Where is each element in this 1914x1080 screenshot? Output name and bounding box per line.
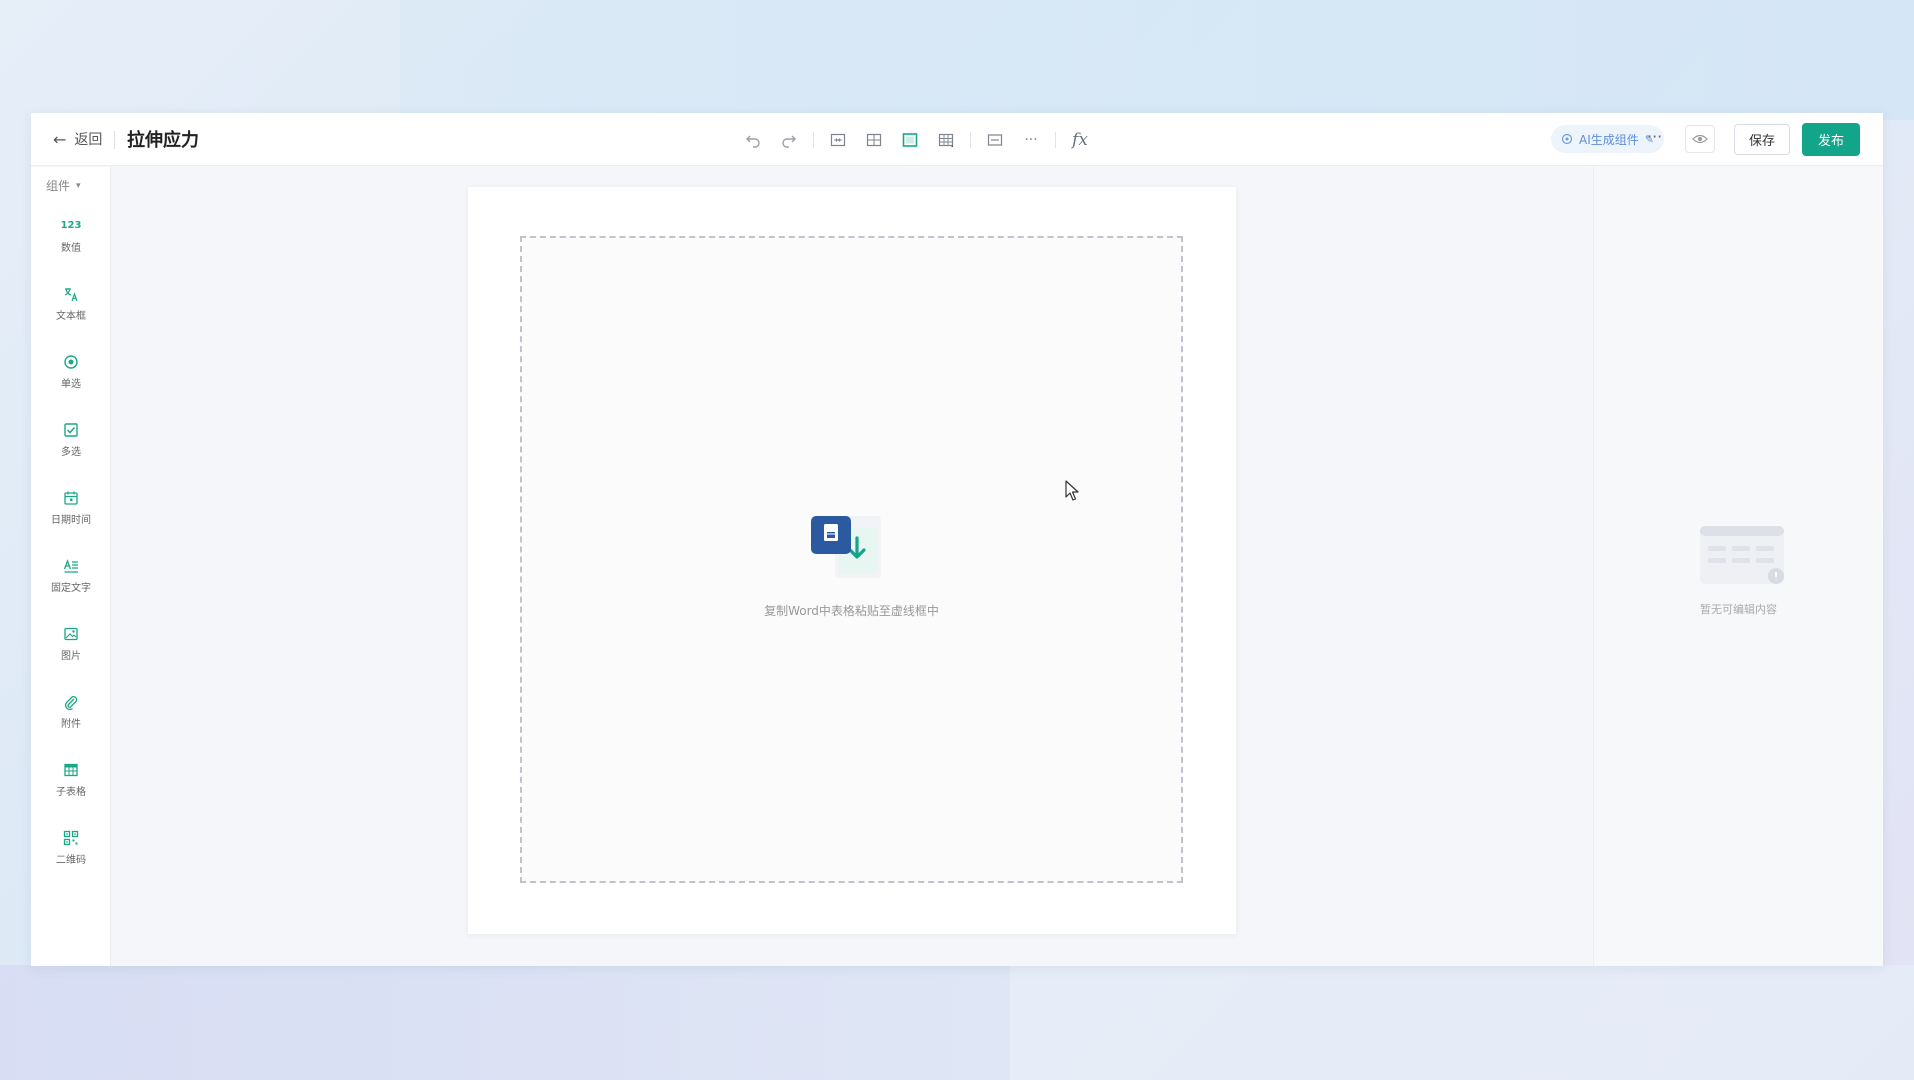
field-button[interactable] [983,128,1007,152]
mouse-cursor-icon [1065,480,1079,501]
toolbar-divider [1055,132,1056,148]
subtable-icon [62,761,80,779]
editor-window: ← 返回 拉伸应力 ··· fx AI生成组件 ✎ ··· 保存 发布 组件 ▾… [31,113,1883,966]
palette-item-checkbox[interactable]: 多选 [31,411,111,467]
component-palette: 组件 ▾ 123 数值 文本框 单选 多选 日期时间 固定文字 图片 附件 子表… [31,167,111,966]
palette-item-label: 单选 [61,378,81,390]
divider [114,131,115,149]
merge-cells-icon [830,133,846,147]
more-button[interactable]: ··· [1647,127,1662,146]
checkbox-icon [62,421,80,439]
calendar-icon [62,489,80,507]
page-title: 拉伸应力 [127,130,199,151]
palette-item-label: 固定文字 [51,582,91,594]
dropzone-hint: 复制Word中表格粘贴至虚线框中 [764,604,939,618]
palette-dropdown[interactable]: 组件 ▾ [46,177,81,194]
palette-item-textbox[interactable]: 文本框 [31,275,111,331]
empty-state-illustration [1700,526,1784,584]
palette-item-image[interactable]: 图片 [31,615,111,671]
top-toolbar: ← 返回 拉伸应力 ··· fx AI生成组件 ✎ ··· 保存 发布 [31,113,1883,166]
formula-button[interactable]: fx [1068,128,1092,152]
palette-item-qrcode[interactable]: 二维码 [31,819,111,875]
number-icon: 123 [60,220,82,231]
image-icon [62,625,80,643]
background-panel [400,0,1914,120]
split-cells-button[interactable] [862,128,886,152]
word-paste-icon [811,516,881,578]
palette-item-label: 数值 [61,242,81,254]
palette-item-label: 图片 [61,650,81,662]
radio-icon [62,353,80,371]
palette-item-datetime[interactable]: 日期时间 [31,479,111,535]
ai-generate-label: AI生成组件 [1579,132,1639,147]
palette-item-label: 附件 [61,718,81,730]
table-icon [938,133,954,147]
toolbar-divider [813,132,814,148]
palette-item-label: 多选 [61,446,81,458]
background-panel [0,965,1010,1080]
properties-panel: 暂无可编辑内容 [1593,167,1883,966]
paste-dropzone[interactable]: 复制Word中表格粘贴至虚线框中 [520,236,1183,883]
publish-button[interactable]: 发布 [1802,123,1860,156]
palette-item-label: 子表格 [56,786,86,798]
arrow-left-icon: ← [53,129,67,149]
palette-item-label: 文本框 [56,310,86,322]
redo-icon [782,135,796,148]
palette-item-label: 二维码 [56,854,86,866]
back-label: 返回 [74,132,103,148]
ellipsis-icon: ··· [1024,132,1038,148]
palette-item-label: 日期时间 [51,514,91,526]
more-tools-button[interactable]: ··· [1019,128,1043,152]
palette-item-subtable[interactable]: 子表格 [31,751,111,807]
design-canvas: 复制Word中表格粘贴至虚线框中 [468,187,1236,934]
format-toolbar: ··· fx [741,125,1092,155]
preview-button[interactable] [1685,125,1715,153]
save-button[interactable]: 保存 [1734,124,1790,155]
palette-item-attachment[interactable]: 附件 [31,683,111,739]
empty-state-text: 暂无可编辑内容 [1700,603,1777,616]
fixed-text-icon [62,557,80,575]
undo-icon [746,135,760,148]
eye-icon [1692,134,1708,144]
palette-title: 组件 [46,179,71,193]
undo-button[interactable] [741,128,765,152]
background-panel [1010,965,1914,1080]
back-button[interactable]: ← 返回 [53,129,102,149]
ai-sparkle-icon [1561,133,1573,145]
field-icon [987,134,1003,146]
paperclip-icon [62,693,80,711]
merge-cells-button[interactable] [826,128,850,152]
palette-item-number[interactable]: 123 数值 [31,207,111,263]
chevron-down-icon: ▾ [76,180,81,191]
text-translate-icon [62,285,80,303]
border-icon [902,133,918,147]
toolbar-divider [970,132,971,148]
redo-button[interactable] [777,128,801,152]
split-cells-icon [866,133,882,147]
palette-item-radio[interactable]: 单选 [31,343,111,399]
qrcode-icon [62,829,80,847]
border-button[interactable] [898,128,922,152]
table-button[interactable] [934,128,958,152]
palette-item-fixed-text[interactable]: 固定文字 [31,547,111,603]
